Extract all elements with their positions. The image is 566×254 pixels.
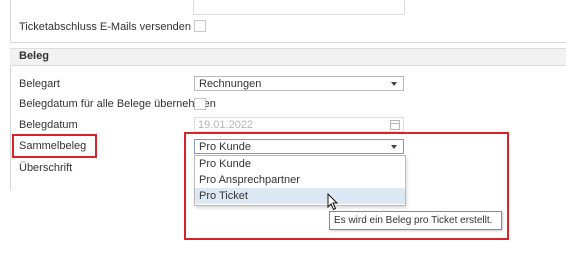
belegdatum-label: Belegdatum: [19, 119, 78, 131]
belegdatum-field[interactable]: 19.01.2022: [194, 117, 404, 132]
beleg-section-header: [10, 48, 566, 66]
belegdatum-all-checkbox[interactable]: [194, 98, 206, 110]
dropdown-area-highlight: [184, 132, 509, 240]
sammelbeleg-label: Sammelbeleg: [19, 140, 87, 152]
belegdatum-all-label: Belegdatum für alle Belege übernehmen: [19, 98, 216, 110]
beleg-section-title: Beleg: [19, 50, 49, 62]
ueberschrift-label: Überschrift: [19, 162, 73, 174]
belegart-value: Rechnungen: [199, 78, 262, 90]
belegdatum-value: 19.01.2022: [198, 119, 254, 131]
calendar-icon[interactable]: [390, 120, 400, 130]
ticket-close-email-checkbox[interactable]: [194, 20, 206, 32]
belegart-select[interactable]: Rechnungen: [194, 76, 404, 91]
dropdown-arrow-icon: [391, 82, 397, 86]
ticket-close-email-label: Ticketabschluss E-Mails versenden: [19, 21, 191, 33]
top-field-stub: [193, 0, 405, 15]
belegart-label: Belegart: [19, 78, 60, 90]
